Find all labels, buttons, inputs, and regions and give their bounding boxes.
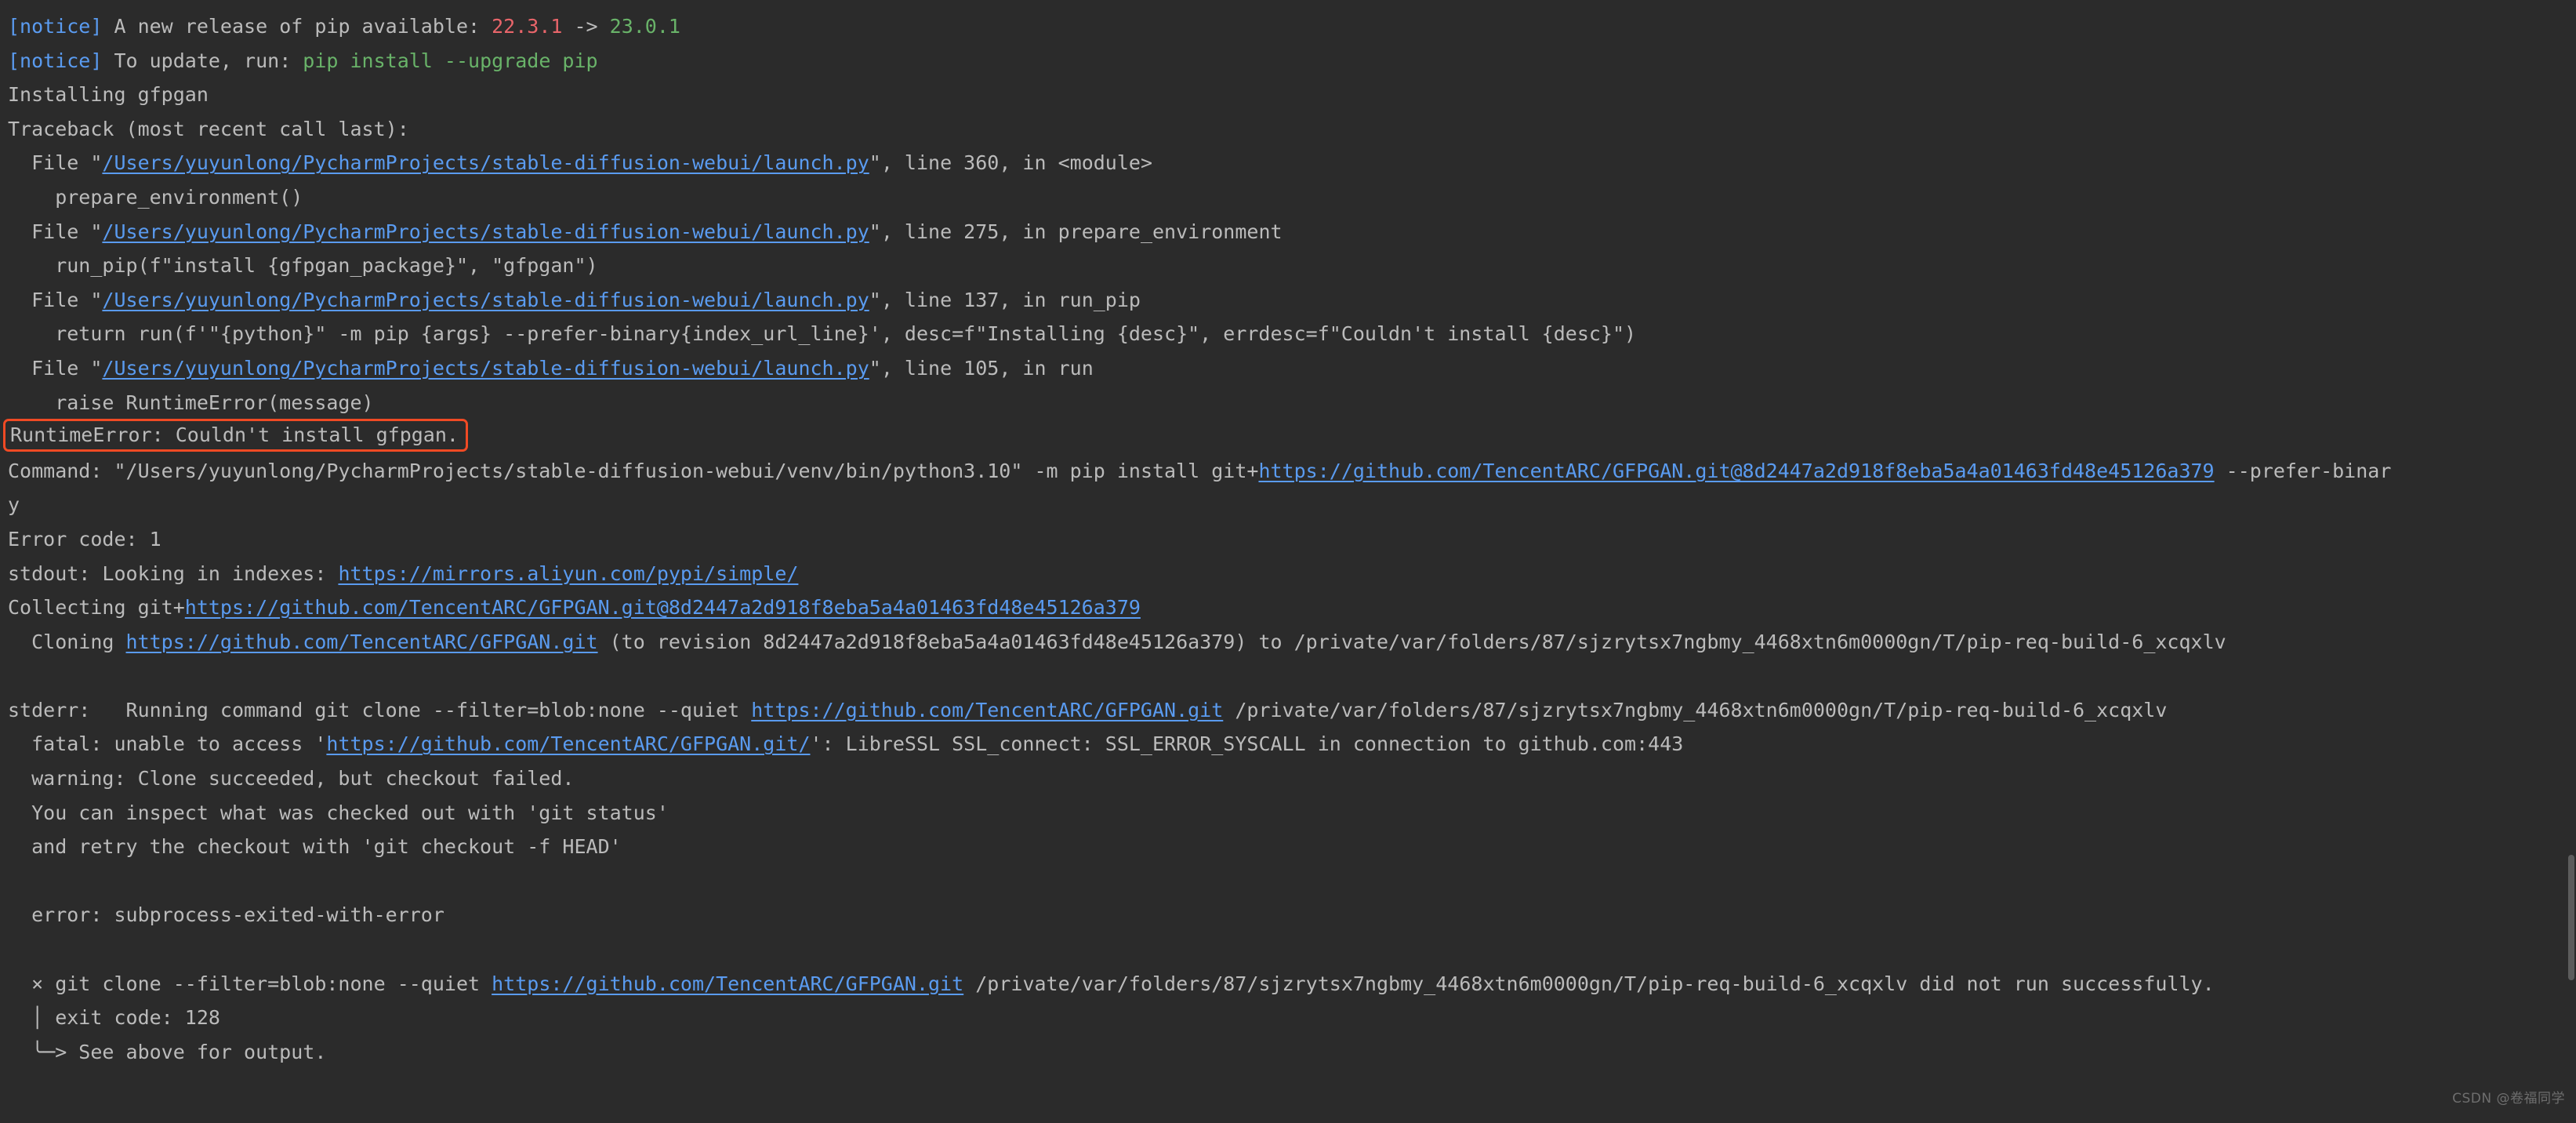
stderr-prefix: stderr: Running command git clone --filt… — [8, 698, 752, 721]
pip-version-old: 22.3.1 — [492, 15, 563, 38]
cloning-line: Cloning https://github.com/TencentARC/GF… — [0, 625, 2576, 660]
launch-py-link[interactable]: /Users/yuyunlong/PycharmProjects/stable-… — [102, 220, 869, 243]
notice-text: To update, run: — [102, 49, 303, 72]
log-line-traceback-header: Traceback (most recent call last): — [8, 117, 409, 140]
stdout-index-line: stdout: Looking in indexes: https://mirr… — [0, 557, 2576, 591]
command-line: Command: "/Users/yuyunlong/PycharmProjec… — [0, 454, 2576, 489]
cloning-prefix: Cloning — [8, 630, 126, 653]
notice-text: A new release of pip available: — [102, 15, 492, 38]
terminal-output[interactable]: [notice] A new release of pip available:… — [0, 0, 2576, 1123]
stdout-prefix: stdout: Looking in indexes: — [8, 562, 339, 585]
version-arrow: -> — [562, 15, 610, 38]
command-prefix: Command: " — [8, 459, 126, 482]
launch-py-link[interactable]: /Users/yuyunlong/PycharmProjects/stable-… — [102, 151, 869, 174]
stderr-space — [1223, 699, 1235, 721]
command-line-wrap: y — [8, 493, 20, 517]
gfpgan-pinned-link[interactable]: https://github.com/TencentARC/GFPGAN.git… — [185, 596, 1141, 619]
file-prefix: File " — [8, 356, 103, 380]
error-code-line: Error code: 1 — [8, 527, 161, 551]
exit-code-line: │ exit code: 128 — [8, 1006, 220, 1030]
pypi-index-link[interactable]: https://mirrors.aliyun.com/pypi/simple/ — [338, 562, 798, 585]
subprocess-error-line: error: subprocess-exited-with-error — [8, 903, 444, 927]
gfpgan-repo-link[interactable]: https://github.com/TencentARC/GFPGAN.git — [126, 631, 598, 653]
file-suffix: ", line 105, in run — [869, 356, 1094, 380]
file-suffix: ", line 137, in run_pip — [869, 288, 1141, 311]
launch-py-link[interactable]: /Users/yuyunlong/PycharmProjects/stable-… — [102, 289, 869, 311]
log-line-installing: Installing gfpgan — [8, 83, 209, 107]
command-suffix: --prefer-binar — [2214, 459, 2392, 482]
runtime-error-highlight-box: RuntimeError: Couldn't install gfpgan. — [3, 419, 468, 452]
python-bin-path: /Users/yuyunlong/PycharmProjects/stable-… — [125, 459, 1011, 482]
traceback-frame-3-body: return run(f'"{python}" -m pip {args} --… — [8, 322, 1637, 346]
collecting-line: Collecting git+https://github.com/Tencen… — [0, 591, 2576, 625]
fatal-suffix: ': LibreSSL SSL_connect: SSL_ERROR_SYSCA… — [810, 732, 1684, 756]
traceback-frame-1: File "/Users/yuyunlong/PycharmProjects/s… — [0, 146, 2576, 180]
git-clone-suffix: did not run successfully. — [1907, 972, 2215, 995]
stderr-space — [963, 972, 975, 995]
gfpgan-repo-slash-link[interactable]: https://github.com/TencentARC/GFPGAN.git… — [326, 732, 810, 755]
runtime-error-line: RuntimeError: Couldn't install gfpgan. — [0, 419, 2576, 454]
traceback-frame-4-body: raise RuntimeError(message) — [8, 391, 374, 414]
cloning-suffix: ) to — [1235, 630, 1294, 653]
gfpgan-repo-link[interactable]: https://github.com/TencentARC/GFPGAN.git — [751, 699, 1223, 721]
traceback-frame-3: File "/Users/yuyunlong/PycharmProjects/s… — [0, 283, 2576, 318]
cloning-mid: (to revision — [597, 630, 764, 653]
traceback-frame-4: File "/Users/yuyunlong/PycharmProjects/s… — [0, 351, 2576, 386]
watermark: CSDN @卷福同学 — [2452, 1091, 2565, 1107]
file-suffix: ", line 275, in prepare_environment — [869, 220, 1283, 243]
gfpgan-repo-link[interactable]: https://github.com/TencentARC/GFPGAN.git — [492, 972, 963, 995]
file-prefix: File " — [8, 288, 103, 311]
notice-tag: [notice] — [8, 15, 103, 38]
log-line-notice-release: [notice] A new release of pip available:… — [0, 9, 2576, 44]
collecting-prefix: Collecting git+ — [8, 596, 185, 620]
retry-hint-line: and retry the checkout with 'git checkou… — [8, 835, 622, 859]
tmp-build-path: /private/var/folders/87/sjzrytsx7ngbmy_4… — [1235, 698, 2168, 721]
pip-upgrade-command: pip install --upgrade pip — [303, 49, 598, 72]
see-above-line: ╰─> See above for output. — [8, 1040, 327, 1063]
traceback-frame-2-body: run_pip(f"install {gfpgan_package}", "gf… — [8, 254, 598, 278]
notice-tag: [notice] — [8, 49, 103, 72]
fatal-prefix: fatal: unable to access ' — [8, 732, 327, 756]
git-clone-prefix: × git clone --filter=blob:none --quiet — [8, 972, 492, 995]
file-prefix: File " — [8, 220, 103, 243]
pip-version-new: 23.0.1 — [609, 15, 680, 38]
fatal-error-line: fatal: unable to access 'https://github.… — [0, 727, 2576, 761]
traceback-frame-2: File "/Users/yuyunlong/PycharmProjects/s… — [0, 215, 2576, 249]
stderr-running-command-line: stderr: Running command git clone --filt… — [0, 693, 2576, 728]
tmp-build-path: /private/var/folders/87/sjzrytsx7ngbmy_4… — [975, 972, 1908, 995]
log-line-notice-update: [notice] To update, run: pip install --u… — [0, 44, 2576, 78]
revision-hash: 8d2447a2d918f8eba5a4a01463fd48e45126a379 — [763, 630, 1235, 653]
gfpgan-pinned-link[interactable]: https://github.com/TencentARC/GFPGAN.git… — [1258, 460, 2214, 482]
file-suffix: ", line 360, in <module> — [869, 151, 1152, 175]
tmp-build-path: /private/var/folders/87/sjzrytsx7ngbmy_4… — [1293, 630, 2226, 653]
inspect-hint-line: You can inspect what was checked out wit… — [8, 801, 669, 824]
git-clone-failed-line: × git clone --filter=blob:none --quiet h… — [0, 967, 2576, 1001]
command-mid: " -m pip install git+ — [1010, 459, 1259, 482]
vertical-scrollbar[interactable] — [2567, 0, 2576, 1123]
warning-clone-line: warning: Clone succeeded, but checkout f… — [8, 767, 575, 790]
scrollbar-thumb[interactable] — [2568, 855, 2574, 980]
launch-py-link[interactable]: /Users/yuyunlong/PycharmProjects/stable-… — [102, 357, 869, 380]
traceback-frame-1-body: prepare_environment() — [8, 185, 303, 209]
file-prefix: File " — [8, 151, 103, 175]
